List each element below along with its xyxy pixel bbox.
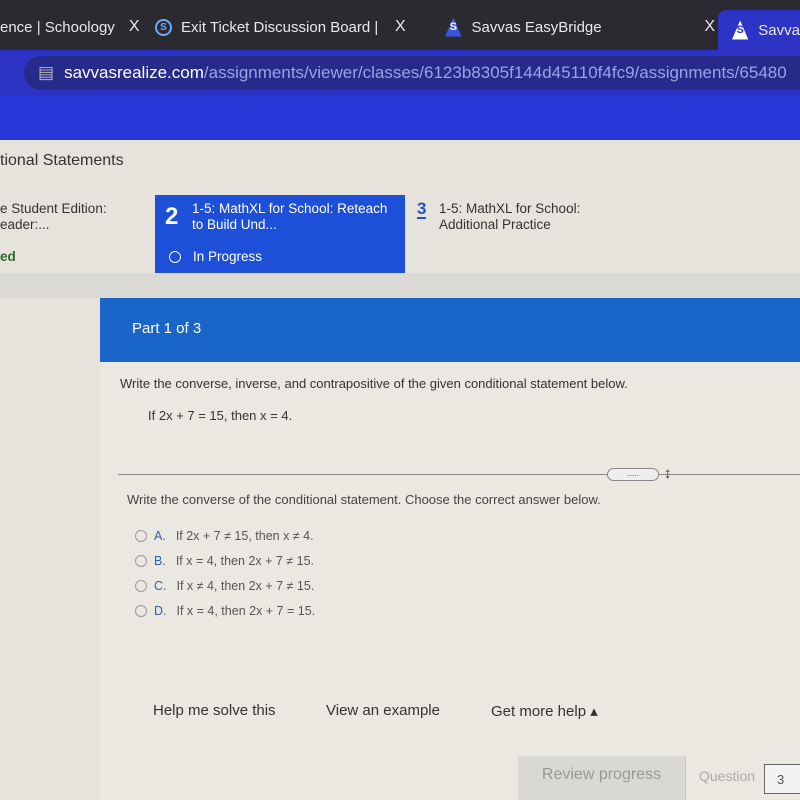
lesson-item-3[interactable]: 3 1-5: MathXL for School: Additional Pra… <box>415 195 635 273</box>
address-bar[interactable]: ▤ savvasrealize.com/assignments/viewer/cl… <box>24 56 800 90</box>
address-bar-area: ▤ savvasrealize.com/assignments/viewer/cl… <box>0 50 800 96</box>
item-number: 3 <box>417 199 427 219</box>
schoology-icon: S <box>155 18 172 36</box>
divider-line <box>118 474 800 475</box>
answer-option-c[interactable]: C. If x ≠ 4, then 2x + 7 ≠ 15. <box>135 579 314 593</box>
tab-title: Savva <box>758 21 800 39</box>
conditional-statement: If 2x + 7 = 15, then x = 4. <box>148 408 293 423</box>
help-me-solve-link[interactable]: Help me solve this <box>153 702 276 719</box>
tab-title: Exit Ticket Discussion Board | S <box>181 18 381 36</box>
review-progress-button[interactable]: Review progress <box>518 756 686 800</box>
item-status: In Progress <box>193 249 263 264</box>
option-text: If 2x + 7 ≠ 15, then x ≠ 4. <box>175 529 314 543</box>
radio-button[interactable] <box>135 605 147 617</box>
close-icon[interactable]: X <box>129 18 140 36</box>
close-icon[interactable]: X <box>395 18 406 36</box>
question-number-input[interactable]: 3 <box>764 764 800 794</box>
savvas-icon: S <box>445 17 462 37</box>
browser-tab-bar: ence | Schoology X S Exit Ticket Discussio… <box>0 0 800 50</box>
savvas-icon: S <box>732 20 749 40</box>
radio-button[interactable] <box>135 580 147 592</box>
radio-button[interactable] <box>135 530 147 542</box>
lesson-item-2[interactable]: 2 1-5: MathXL for School: Reteach to Bui… <box>155 195 405 273</box>
item-title: e Student Edition: eader:... <box>0 201 107 232</box>
close-icon[interactable]: X <box>704 18 715 36</box>
question-label: Question <box>699 768 756 784</box>
url-path: /assignments/viewer/classes/6123b8305f14… <box>203 63 787 82</box>
answer-option-b[interactable]: B. If x = 4, then 2x + 7 ≠ 15. <box>135 554 314 568</box>
divider <box>0 273 800 298</box>
answer-option-d[interactable]: D. If x = 4, then 2x + 7 = 15. <box>135 604 315 618</box>
question-prompt: Write the converse, inverse, and contrap… <box>120 376 628 391</box>
lesson-title: tional Statements <box>0 152 124 169</box>
option-label: D. <box>154 604 167 618</box>
item-number: 2 <box>165 203 179 230</box>
app-header <box>0 96 800 140</box>
clock-icon <box>169 250 181 263</box>
resize-handle[interactable]: ..... <box>607 468 659 481</box>
item-status: ed <box>0 249 16 264</box>
tab-title: Savvas EasyBridge <box>471 18 602 36</box>
option-text: If x = 4, then 2x + 7 ≠ 15. <box>175 554 315 568</box>
view-example-link[interactable]: View an example <box>326 702 440 719</box>
get-more-help-link[interactable]: Get more help ▴ <box>491 702 598 720</box>
option-text: If x = 4, then 2x + 7 = 15. <box>176 604 316 618</box>
url-host: savvasrealize.com <box>64 63 204 82</box>
option-label: B. <box>154 554 166 568</box>
resize-arrow-icon[interactable]: ↕ <box>664 465 672 482</box>
option-label: C. <box>154 579 167 593</box>
radio-button[interactable] <box>135 555 147 567</box>
browser-tab[interactable]: ence | Schoology X <box>0 10 139 44</box>
lesson-item-1[interactable]: e Student Edition: eader:... ed <box>0 195 150 273</box>
answer-option-a[interactable]: A. If 2x + 7 ≠ 15, then x ≠ 4. <box>135 529 314 543</box>
browser-tab[interactable]: S Exit Ticket Discussion Board | S X <box>155 10 420 44</box>
tab-title: ence | Schoology <box>0 18 115 36</box>
item-title: 1-5: MathXL for School: Additional Pract… <box>439 201 581 232</box>
part-header: Part 1 of 3 <box>100 298 800 362</box>
option-text: If x ≠ 4, then 2x + 7 ≠ 15. <box>176 579 315 593</box>
browser-tab-active[interactable]: S Savva <box>718 10 800 50</box>
sub-prompt: Write the converse of the conditional st… <box>127 492 601 507</box>
option-label: A. <box>154 529 166 543</box>
question-area: Write the converse, inverse, and contrap… <box>100 362 800 800</box>
item-title: 1-5: MathXL for School: Reteach to Build… <box>192 201 388 232</box>
site-info-icon[interactable]: ▤ <box>38 63 54 83</box>
browser-tab[interactable]: S Savvas EasyBridge X <box>445 10 715 44</box>
